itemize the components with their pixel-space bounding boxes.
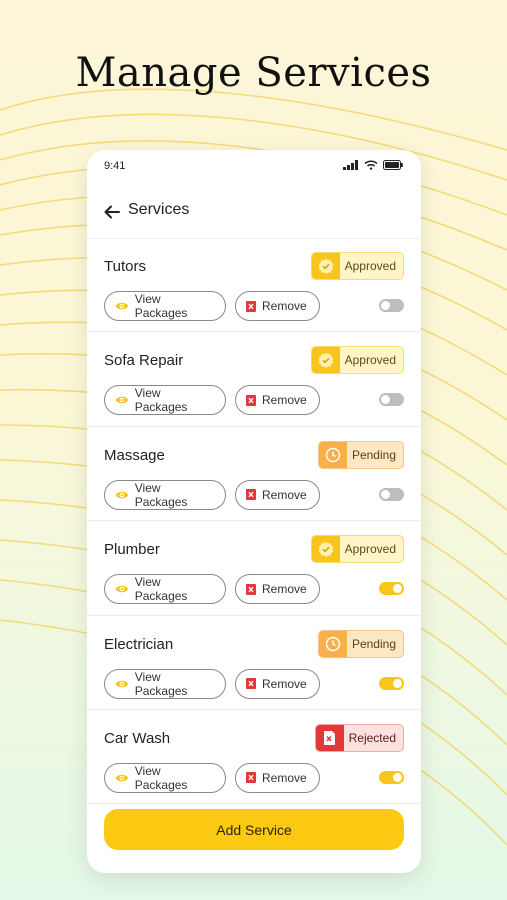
enable-toggle[interactable] (379, 299, 404, 312)
clock-icon (325, 447, 341, 463)
eye-icon (115, 585, 129, 593)
status-text: Approved (344, 542, 396, 557)
view-packages-button[interactable]: View Packages (104, 479, 226, 510)
status-icon-container (318, 441, 347, 468)
toggle-knob (381, 395, 390, 405)
remove-button[interactable]: Remove (235, 291, 320, 321)
status-icon-container (318, 630, 347, 657)
enable-toggle[interactable] (379, 676, 404, 690)
status-icon-container (311, 253, 340, 279)
remove-label: Remove (262, 770, 307, 785)
back-button[interactable] (101, 201, 123, 223)
remove-label: Remove (262, 582, 307, 597)
toggle-knob (381, 301, 390, 310)
status-icon-container (311, 347, 340, 374)
service-row-electrician: Electrician Pending View Packages Remove (87, 616, 421, 710)
view-packages-label: View Packages (134, 386, 188, 415)
remove-label: Remove (262, 676, 307, 691)
service-row-tutors: Tutors Approved View Packages Remove (87, 238, 421, 333)
remove-button[interactable]: Remove (235, 762, 320, 793)
eye-icon (115, 774, 129, 782)
service-name: Plumber (104, 541, 160, 559)
view-packages-label: View Packages (134, 575, 188, 604)
enable-toggle[interactable] (379, 770, 404, 784)
service-row-car-wash: Car Wash Rejected View Packages Remove (87, 710, 421, 805)
signal-icon (343, 160, 358, 170)
service-row-massage: Massage Pending View Packages Remove (87, 427, 421, 522)
view-packages-button[interactable]: View Packages (104, 385, 226, 416)
status-badge: Approved (310, 535, 404, 564)
view-packages-button[interactable]: View Packages (104, 291, 226, 321)
eye-icon (115, 491, 129, 499)
status-text: Pending (351, 636, 396, 651)
eye-icon (115, 397, 129, 404)
remove-button[interactable]: Remove (235, 574, 320, 605)
toggle-knob (393, 584, 402, 594)
phone-screen: 9:41 Services Tutors Approved View Packa… (87, 150, 421, 873)
service-row-plumber: Plumber Approved View Packages Remove (87, 521, 421, 616)
add-service-button[interactable]: Add Service (104, 809, 404, 850)
check-badge-icon (318, 541, 333, 558)
service-row-sofa-repair: Sofa Repair Approved View Packages Remov… (87, 332, 421, 427)
status-badge: Approved (310, 346, 404, 375)
close-icon (246, 489, 256, 501)
view-packages-button[interactable]: View Packages (104, 668, 226, 699)
status-text: Rejected (348, 730, 396, 745)
view-packages-button[interactable]: View Packages (104, 574, 226, 605)
close-icon (246, 583, 256, 595)
enable-toggle[interactable] (379, 582, 404, 596)
service-name: Tutors (104, 258, 146, 275)
services-list: Tutors Approved View Packages Remove Sof… (87, 238, 421, 805)
remove-label: Remove (262, 299, 307, 313)
eye-icon (115, 680, 129, 687)
status-badge: Approved (310, 252, 404, 280)
status-bar: 9:41 (87, 150, 421, 184)
close-icon (246, 678, 256, 690)
status-time: 9:41 (104, 160, 126, 172)
remove-button[interactable]: Remove (235, 385, 320, 416)
remove-label: Remove (262, 487, 307, 502)
status-badge: Rejected (314, 723, 404, 752)
status-text: Approved (344, 353, 396, 368)
close-icon (246, 394, 256, 406)
toggle-knob (393, 772, 402, 782)
battery-icon (383, 160, 403, 170)
check-badge-icon (318, 353, 333, 369)
page-title: Services (128, 201, 190, 218)
service-name: Car Wash (104, 729, 171, 747)
view-packages-label: View Packages (134, 292, 188, 320)
status-text: Approved (344, 259, 396, 273)
enable-toggle[interactable] (379, 393, 404, 407)
view-packages-label: View Packages (134, 669, 188, 698)
clock-icon (325, 636, 341, 651)
arrow-left-icon (104, 205, 120, 219)
status-icon-container (311, 536, 340, 563)
page-headline: Manage Services (75, 50, 432, 96)
remove-button[interactable]: Remove (235, 479, 320, 510)
view-packages-label: View Packages (134, 480, 188, 509)
close-icon (246, 300, 256, 312)
status-badge: Pending (317, 440, 404, 469)
status-text: Pending (351, 447, 396, 462)
toggle-knob (381, 489, 390, 499)
close-icon (246, 772, 256, 784)
app-header: Services (87, 188, 421, 239)
enable-toggle[interactable] (379, 487, 404, 501)
view-packages-label: View Packages (134, 763, 188, 792)
status-icons (343, 160, 403, 170)
remove-label: Remove (262, 393, 307, 408)
status-icon-container (315, 724, 344, 751)
document-x-icon (323, 730, 335, 745)
wifi-icon (364, 160, 378, 170)
service-name: Electrician (104, 635, 174, 653)
remove-button[interactable]: Remove (235, 668, 320, 699)
toggle-knob (393, 678, 402, 688)
check-badge-icon (318, 258, 333, 274)
service-name: Sofa Repair (104, 352, 184, 370)
service-name: Massage (104, 446, 165, 464)
status-badge: Pending (317, 629, 404, 658)
eye-icon (115, 302, 129, 310)
view-packages-button[interactable]: View Packages (104, 762, 226, 793)
